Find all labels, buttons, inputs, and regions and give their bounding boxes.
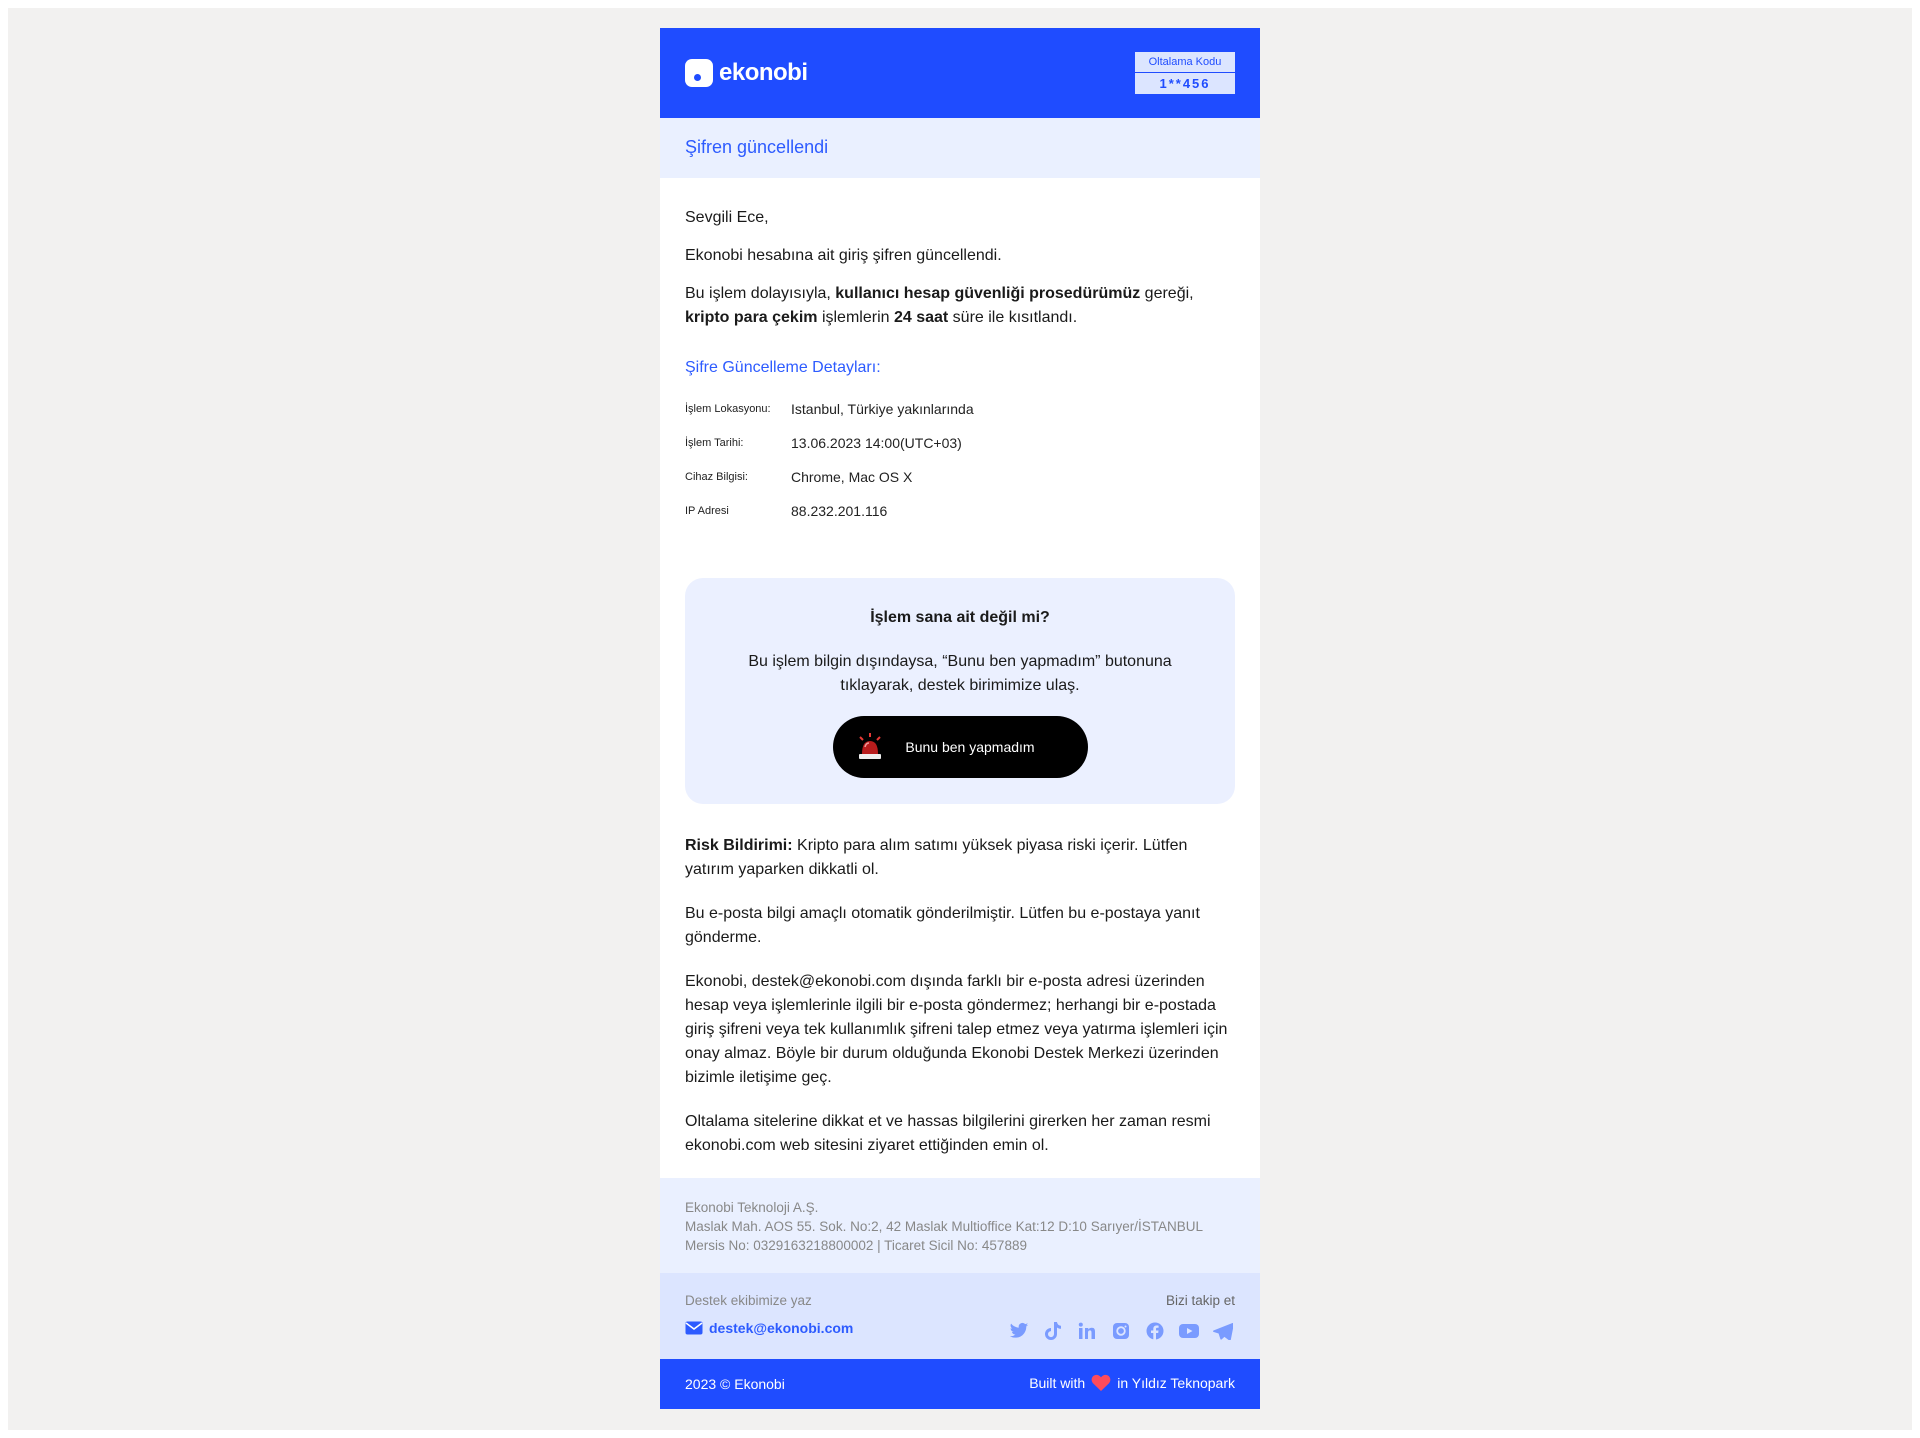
restriction-notice: Bu işlem dolayısıyla, kullanıcı hesap gü… (685, 282, 1235, 330)
auto-notice: Bu e-posta bilgi amaçlı otomatik gönderi… (685, 905, 1200, 946)
footer-address: Ekonobi Teknoloji A.Ş. Maslak Mah. AOS 5… (660, 1178, 1260, 1273)
follow-label: Bizi takip et (1165, 1293, 1235, 1308)
bold-fragment: kripto para çekim (685, 309, 818, 326)
update-notice: Ekonobi hesabına ait giriş şifren güncel… (685, 247, 1002, 264)
security-notice: Ekonobi, destek@ekonobi.com dışında fark… (685, 973, 1228, 1086)
details-row: İşlem Lokasyonu: Istanbul, Türkiye yakın… (685, 392, 974, 426)
built-in-text: in Yıldız Teknopark (1117, 1375, 1235, 1391)
details-key: İşlem Lokasyonu: (685, 403, 771, 415)
social-block: Bizi takip et (1007, 1293, 1235, 1342)
email-header: ekonobi Oltalama Kodu 1**456 (660, 28, 1260, 118)
email-container: ekonobi Oltalama Kodu 1**456 Şifren günc… (660, 28, 1260, 1409)
greeting: Sevgili Ece, (685, 209, 769, 226)
mail-icon (685, 1321, 703, 1335)
details-key: IP Adresi (685, 505, 729, 517)
heart-icon (1091, 1374, 1111, 1392)
not-you-box: İşlem sana ait değil mi? Bu işlem bilgin… (685, 578, 1235, 804)
built-with-text: Built with (1029, 1375, 1086, 1391)
text-fragment: süre ile kısıtlandı. (948, 309, 1078, 326)
details-table: İşlem Lokasyonu: Istanbul, Türkiye yakın… (685, 392, 974, 528)
text-fragment: işlemlerin (817, 309, 894, 326)
email-body: Sevgili Ece, Ekonobi hesabına ait giriş … (660, 178, 1260, 1158)
footer-bottom-bar: 2023 © Ekonobi Built with in Yıldız Tekn… (660, 1359, 1260, 1409)
title-band: Şifren güncellendi (660, 118, 1260, 178)
details-row: İşlem Tarihi: 13.06.2023 14:00(UTC+03) (685, 426, 974, 460)
linkedin-icon[interactable] (1075, 1320, 1099, 1342)
not-me-button-label: Bunu ben yapmadım (905, 739, 1035, 755)
details-value: Chrome, Mac OS X (791, 469, 913, 485)
company-address: Maslak Mah. AOS 55. Sok. No:2, 42 Maslak… (685, 1219, 1203, 1234)
twitter-icon[interactable] (1007, 1320, 1031, 1342)
details-key: İşlem Tarihi: (685, 437, 744, 449)
phishing-code-box: Oltalama Kodu 1**456 (1135, 52, 1235, 94)
not-me-button[interactable]: Bunu ben yapmadım (832, 716, 1088, 778)
details-value: 13.06.2023 14:00(UTC+03) (791, 435, 962, 451)
details-row: Cihaz Bilgisi: Chrome, Mac OS X (685, 460, 974, 494)
copyright: 2023 © Ekonobi (685, 1376, 785, 1392)
bold-fragment: kullanıcı hesap güvenliği prosedürümüz (835, 285, 1141, 302)
footer-contact: Destek ekibimize yaz destek@ekonobi.com … (660, 1273, 1260, 1359)
telegram-icon[interactable] (1211, 1320, 1235, 1342)
instagram-icon[interactable] (1109, 1320, 1133, 1342)
logo-text: ekonobi (719, 59, 808, 86)
details-key: Cihaz Bilgisi: (685, 471, 748, 483)
phishing-code-label: Oltalama Kodu (1135, 52, 1235, 73)
details-value: 88.232.201.116 (791, 503, 888, 519)
notices: Risk Bildirimi: Kripto para alım satımı … (685, 834, 1235, 1158)
company-registry: Mersis No: 0329163218800002 | Ticaret Si… (685, 1238, 1027, 1253)
email-title: Şifren güncellendi (685, 137, 829, 157)
text-fragment: Bu işlem dolayısıyla, (685, 285, 836, 302)
phishing-notice: Oltalama sitelerine dikkat et ve hassas … (685, 1113, 1211, 1154)
logo-mark-icon (685, 59, 713, 87)
not-you-title: İşlem sana ait değil mi? (870, 609, 1050, 626)
facebook-icon[interactable] (1143, 1320, 1167, 1342)
text-fragment: gereği, (1140, 285, 1194, 302)
social-links (1007, 1320, 1235, 1342)
bold-fragment: 24 saat (893, 309, 949, 326)
siren-icon (855, 732, 885, 762)
details-value: Istanbul, Türkiye yakınlarında (791, 401, 974, 417)
ekonobi-logo[interactable]: ekonobi (685, 59, 808, 87)
risk-label: Risk Bildirimi: (685, 837, 793, 854)
company-name: Ekonobi Teknoloji A.Ş. (685, 1200, 819, 1215)
tiktok-icon[interactable] (1041, 1320, 1065, 1342)
youtube-icon[interactable] (1177, 1320, 1201, 1342)
built-with: Built with in Yıldız Teknopark (1029, 1374, 1235, 1392)
details-row: IP Adresi 88.232.201.116 (685, 494, 974, 528)
phishing-code-value: 1**456 (1159, 76, 1211, 91)
risk-notice: Risk Bildirimi: Kripto para alım satımı … (685, 834, 1235, 882)
support-email: destek@ekonobi.com (709, 1320, 854, 1336)
details-title: Şifre Güncelleme Detayları: (685, 359, 881, 376)
not-you-text: Bu işlem bilgin dışındaysa, “Bunu ben ya… (748, 653, 1172, 694)
